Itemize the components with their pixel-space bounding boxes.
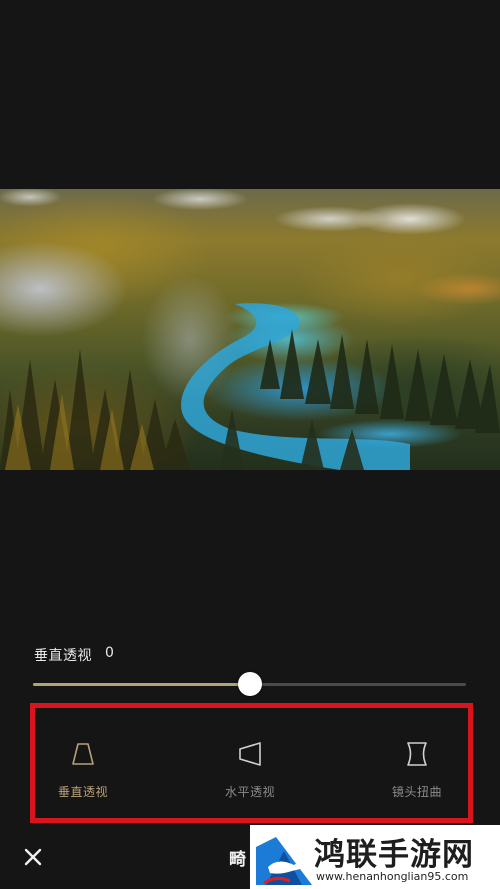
lens-distortion-icon (407, 742, 427, 766)
tool-vertical-perspective[interactable]: 垂直透视 (28, 740, 138, 800)
slider-fill (33, 683, 249, 686)
close-icon[interactable] (23, 847, 43, 867)
tool-horizontal-perspective[interactable]: 水平透视 (195, 740, 305, 800)
horizontal-perspective-icon (239, 742, 261, 766)
tool-label: 镜头扭曲 (391, 785, 442, 799)
watermark-url: www.henanhonglian95.com (316, 870, 469, 883)
tool-lens-distortion[interactable]: 镜头扭曲 (362, 740, 472, 800)
watermark-logo-icon (256, 829, 312, 885)
parameter-label: 垂直透视 (34, 648, 92, 664)
photo-scenery (0, 303, 500, 470)
parameter-value: 0 (105, 645, 114, 661)
photo-preview (0, 189, 500, 470)
vertical-perspective-icon (72, 743, 94, 765)
watermark: 鸿联手游网 www.henanhonglian95.com (250, 825, 500, 889)
slider-thumb[interactable] (238, 672, 262, 696)
tool-label: 垂直透视 (57, 785, 108, 799)
tool-label: 水平透视 (224, 785, 275, 799)
bottom-title: 畸 (229, 850, 246, 870)
watermark-title: 鸿联手游网 (314, 837, 474, 873)
